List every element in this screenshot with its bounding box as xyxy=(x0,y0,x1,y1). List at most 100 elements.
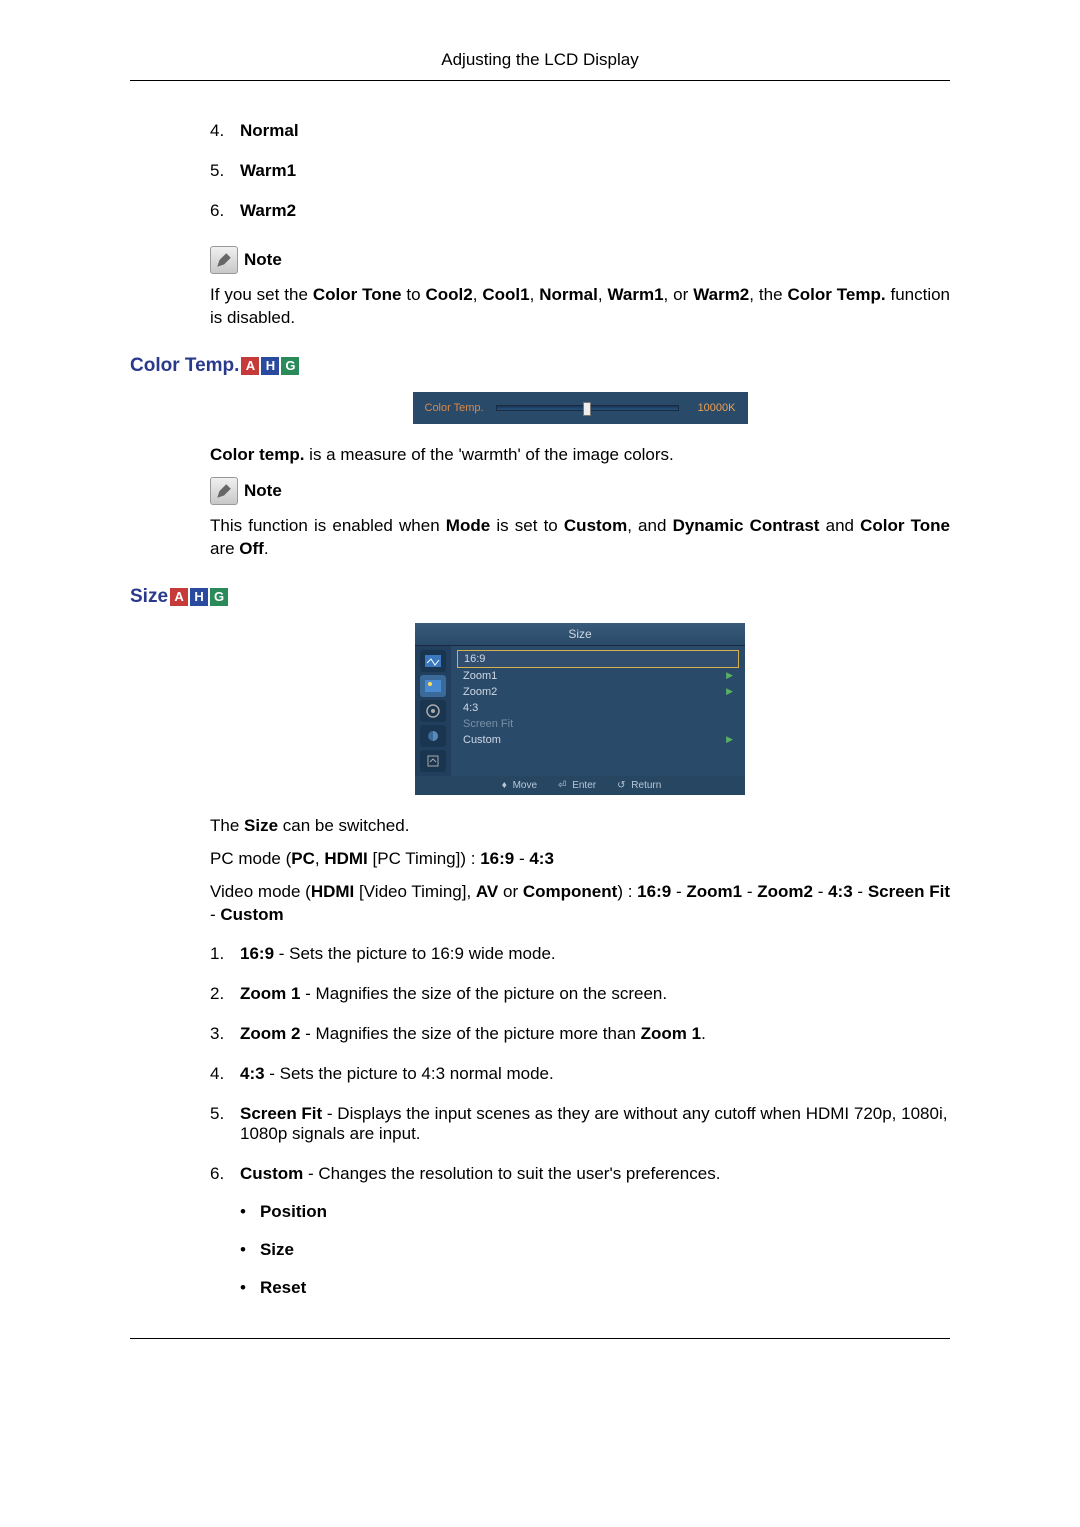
text: - Magnifies the size of the picture more… xyxy=(300,1024,640,1043)
list-number: 6. xyxy=(210,201,240,221)
heading-text: Color Temp. xyxy=(130,355,239,377)
text: - Changes the resolution to suit the use… xyxy=(303,1164,720,1183)
text-bold: Cool1 xyxy=(482,285,529,304)
menu-item-label: 16:9 xyxy=(464,653,485,665)
text: - xyxy=(813,882,828,901)
tag-g-icon: G xyxy=(210,588,228,606)
text: [PC Timing]) : xyxy=(368,849,480,868)
tag-a-icon: A xyxy=(241,357,259,375)
text-bold: 4:3 xyxy=(240,1064,265,1083)
text-bold: Screen Fit xyxy=(240,1104,322,1123)
text-bold: PC xyxy=(291,849,315,868)
text: or xyxy=(498,882,523,901)
menu-item-label: Custom xyxy=(463,734,501,746)
text-bold: Reset xyxy=(260,1278,306,1297)
list-item: 2.Zoom 1 - Magnifies the size of the pic… xyxy=(210,984,950,1004)
text: - xyxy=(853,882,868,901)
list-item: 1.16:9 - Sets the picture to 16:9 wide m… xyxy=(210,944,950,964)
text-bold: 16:9 xyxy=(240,944,274,963)
text: - Sets the picture to 16:9 wide mode. xyxy=(274,944,556,963)
text-bold: Zoom1 xyxy=(686,882,742,901)
slider-label: Color Temp. xyxy=(425,402,484,414)
page-header: Adjusting the LCD Display xyxy=(130,50,950,81)
menu-item-label: Screen Fit xyxy=(463,718,513,730)
text: ) : xyxy=(617,882,637,901)
size-menu: Size 16:9 Zoom1▶ Zoom2▶ 4:3 Screen Fit C… xyxy=(415,623,745,795)
list-item: 5.Screen Fit - Displays the input scenes… xyxy=(210,1104,950,1144)
sidebar-icon xyxy=(420,650,446,672)
note-label: Note xyxy=(244,481,282,501)
note-label: Note xyxy=(244,250,282,270)
text: , xyxy=(315,849,324,868)
text-bold: 16:9 xyxy=(637,882,671,901)
text: The xyxy=(210,816,244,835)
text-bold: Component xyxy=(523,882,617,901)
text: This function is enabled when xyxy=(210,516,446,535)
menu-item-16-9: 16:9 xyxy=(457,650,739,668)
text-bold: Size xyxy=(260,1240,294,1259)
list-item: 4.4:3 - Sets the picture to 4:3 normal m… xyxy=(210,1064,950,1084)
list-number: 2. xyxy=(210,984,240,1004)
text: , or xyxy=(664,285,694,304)
sublist-item: Position xyxy=(240,1202,950,1222)
footer-divider xyxy=(130,1338,950,1339)
tag-a-icon: A xyxy=(170,588,188,606)
menu-item-label: 4:3 xyxy=(463,702,478,714)
list-number: 5. xyxy=(210,1104,240,1144)
text: is a measure of the 'warmth' of the imag… xyxy=(304,445,673,464)
text: PC mode ( xyxy=(210,849,291,868)
menu-footer: ♦ Move ⏎ Enter ↺ Return xyxy=(415,776,745,795)
sublist-item: Size xyxy=(240,1240,950,1260)
text: Video mode ( xyxy=(210,882,311,901)
list-number: 5. xyxy=(210,161,240,181)
text-bold: Warm2 xyxy=(693,285,749,304)
size-list: 1.16:9 - Sets the picture to 16:9 wide m… xyxy=(210,944,950,1298)
text: and xyxy=(819,516,860,535)
sidebar-icon xyxy=(420,675,446,697)
note-block: Note xyxy=(210,477,950,505)
custom-sublist: Position Size Reset xyxy=(240,1202,950,1298)
size-heading: Size AHG xyxy=(130,586,950,608)
text: , the xyxy=(749,285,787,304)
text: to xyxy=(401,285,425,304)
menu-item-zoom1: Zoom1 ▶ xyxy=(457,668,739,684)
sidebar-icon xyxy=(420,700,446,722)
list-label: Warm2 xyxy=(240,201,296,221)
text-bold: AV xyxy=(476,882,498,901)
text: - xyxy=(210,905,220,924)
text: . xyxy=(701,1024,706,1043)
text-bold: Position xyxy=(260,1202,327,1221)
text: is set to xyxy=(490,516,564,535)
slider-track xyxy=(496,405,679,411)
content-area: 4.Normal 5.Warm1 6.Warm2 Note If you set… xyxy=(210,121,950,1298)
list-item: 6.Custom - Changes the resolution to sui… xyxy=(210,1164,950,1298)
pc-mode-line: PC mode (PC, HDMI [PC Timing]) : 16:9 - … xyxy=(210,848,950,871)
footer-return: ↺ Return xyxy=(614,780,661,791)
chevron-right-icon: ▶ xyxy=(726,686,733,697)
text-bold: Color Temp. xyxy=(787,285,885,304)
colortemp-slider: Color Temp. 10000K xyxy=(413,392,748,424)
text-bold: Zoom2 xyxy=(757,882,813,901)
note-block: Note xyxy=(210,246,950,274)
menu-item-label: Zoom1 xyxy=(463,670,497,682)
text: - Displays the input scenes as they are … xyxy=(240,1104,947,1143)
list-number: 4. xyxy=(210,1064,240,1084)
text-bold: Color temp. xyxy=(210,445,304,464)
menu-item-label: Zoom2 xyxy=(463,686,497,698)
text: are xyxy=(210,539,239,558)
text: can be switched. xyxy=(278,816,409,835)
size-figure: Size 16:9 Zoom1▶ Zoom2▶ 4:3 Screen Fit C… xyxy=(210,623,950,795)
text-bold: HDMI xyxy=(324,849,367,868)
list-item: 5.Warm1 xyxy=(210,161,950,181)
text-bold: Color Tone xyxy=(860,516,950,535)
sublist-item: Reset xyxy=(240,1278,950,1298)
footer-enter: ⏎ Enter xyxy=(555,780,596,791)
slider-thumb xyxy=(583,402,591,416)
text: , and xyxy=(627,516,672,535)
chevron-right-icon: ▶ xyxy=(726,670,733,681)
text-bold: Screen Fit xyxy=(868,882,950,901)
text-bold: HDMI xyxy=(311,882,354,901)
footer-move: ♦ Move xyxy=(499,780,537,791)
text-bold: Warm1 xyxy=(607,285,663,304)
list-item: 6.Warm2 xyxy=(210,201,950,221)
